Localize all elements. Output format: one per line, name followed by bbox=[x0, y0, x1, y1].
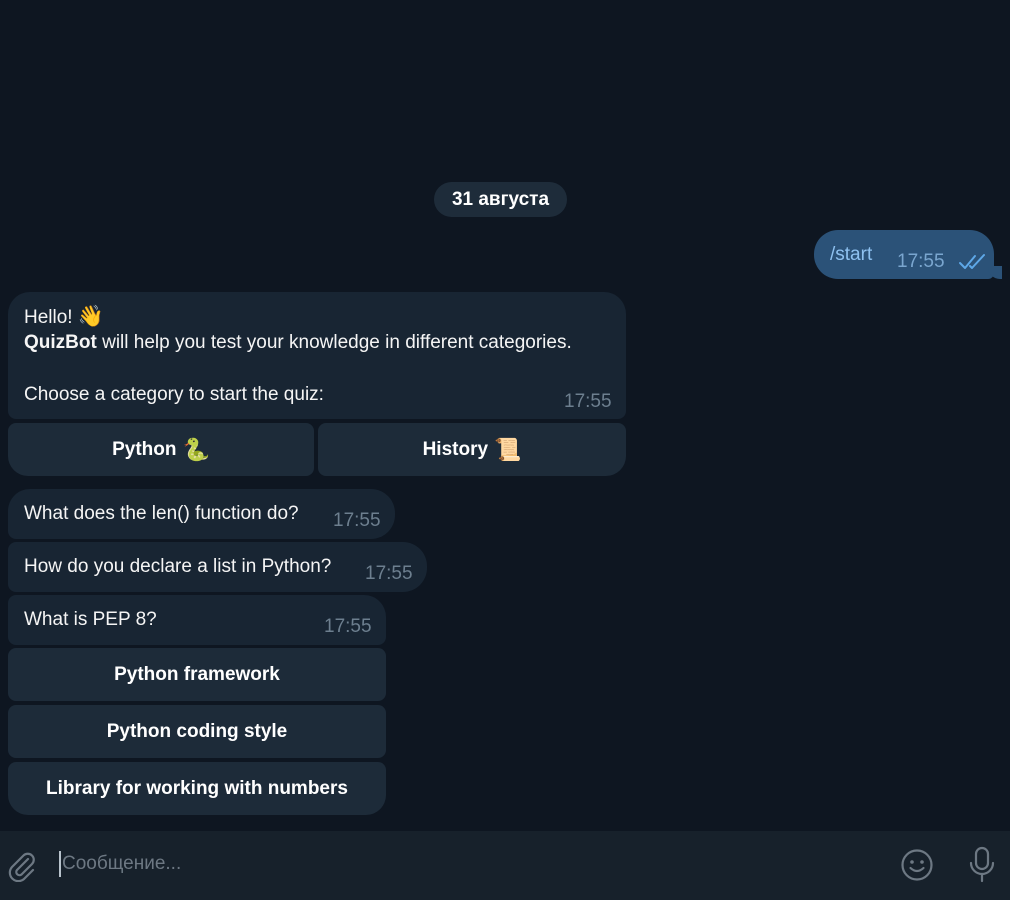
answer-button-label: Python coding style bbox=[106, 720, 288, 742]
category-button-label: Python bbox=[112, 438, 177, 460]
scroll-icon: 📜 bbox=[494, 436, 522, 462]
category-button-python[interactable]: Python 🐍 bbox=[8, 423, 314, 476]
answer-button-label: Python framework bbox=[114, 663, 280, 685]
answer-button[interactable]: Python coding style bbox=[8, 705, 386, 758]
date-separator-label: 31 августа bbox=[451, 188, 550, 210]
question-text: How do you declare a list in Python? bbox=[24, 556, 332, 577]
date-separator: 31 августа bbox=[434, 182, 567, 217]
welcome-message-time: 17:55 bbox=[564, 391, 612, 412]
message-input[interactable] bbox=[62, 846, 882, 882]
category-button-history[interactable]: History 📜 bbox=[318, 423, 626, 476]
question-time: 17:55 bbox=[324, 616, 372, 637]
waving-hand-icon: 👋 bbox=[77, 305, 105, 328]
answer-button[interactable]: Python framework bbox=[8, 648, 386, 701]
chat-history: 31 августа /start 17:55 Hello! 👋 QuizBot… bbox=[0, 0, 1010, 831]
answer-button-label: Library for working with numbers bbox=[46, 777, 348, 799]
emoji-icon[interactable] bbox=[900, 848, 934, 882]
question-time: 17:55 bbox=[333, 510, 381, 531]
outgoing-message-time: 17:55 bbox=[897, 251, 945, 272]
question-text: What does the len() function do? bbox=[24, 503, 299, 524]
category-button-label: History bbox=[422, 438, 489, 460]
welcome-description: QuizBot will help you test your knowledg… bbox=[24, 332, 572, 353]
outgoing-message-text: /start bbox=[830, 244, 873, 265]
snake-icon: 🐍 bbox=[182, 436, 210, 462]
answer-button[interactable]: Library for working with numbers bbox=[8, 762, 386, 815]
double-check-icon bbox=[959, 254, 985, 269]
welcome-instruction: Choose a category to start the quiz: bbox=[24, 384, 324, 405]
text-caret bbox=[59, 851, 61, 877]
question-time: 17:55 bbox=[365, 563, 413, 584]
microphone-icon[interactable] bbox=[967, 846, 997, 884]
question-text: What is PEP 8? bbox=[24, 609, 157, 630]
paperclip-icon[interactable] bbox=[6, 850, 36, 882]
bot-name: QuizBot bbox=[24, 332, 97, 353]
welcome-greeting: Hello! 👋 bbox=[24, 305, 105, 328]
